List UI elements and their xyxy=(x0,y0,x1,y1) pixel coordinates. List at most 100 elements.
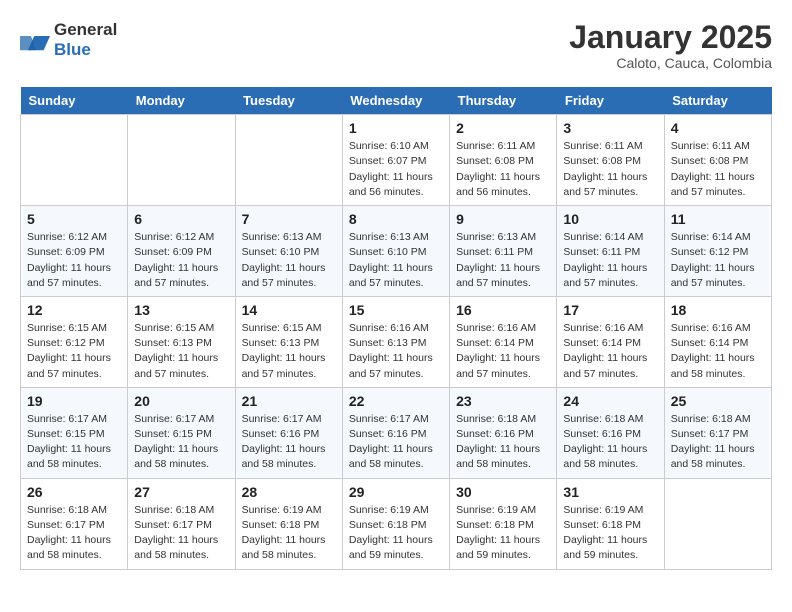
day-info: Sunrise: 6:13 AMSunset: 6:10 PMDaylight:… xyxy=(349,230,443,291)
date-number: 28 xyxy=(242,484,336,500)
date-number: 8 xyxy=(349,211,443,227)
header-tuesday: Tuesday xyxy=(235,87,342,115)
day-info: Sunrise: 6:15 AMSunset: 6:13 PMDaylight:… xyxy=(242,321,336,382)
day-info: Sunrise: 6:16 AMSunset: 6:14 PMDaylight:… xyxy=(563,321,657,382)
table-row: 6Sunrise: 6:12 AMSunset: 6:09 PMDaylight… xyxy=(128,206,235,297)
table-row: 22 Sunrise: 6:17 AMSunset: 6:16 PMDayligh… xyxy=(342,387,449,478)
date-number: 13 xyxy=(134,302,228,318)
logo: General Blue xyxy=(20,20,117,60)
date-number: 2 xyxy=(456,120,550,136)
day-info: Sunrise: 6:18 AMSunset: 6:17 PMDaylight:… xyxy=(671,412,765,473)
date-number: 26 xyxy=(27,484,121,500)
day-info: Sunrise: 6:12 AMSunset: 6:09 PMDaylight:… xyxy=(27,230,121,291)
table-row: 31 Sunrise: 6:19 AMSunset: 6:18 PMDayligh… xyxy=(557,478,664,569)
table-row: 19 Sunrise: 6:17 AMSunset: 6:15 PMDayligh… xyxy=(21,387,128,478)
day-info: Sunrise: 6:13 AMSunset: 6:11 PMDaylight:… xyxy=(456,230,550,291)
table-row xyxy=(664,478,771,569)
header-thursday: Thursday xyxy=(450,87,557,115)
date-number: 20 xyxy=(134,393,228,409)
day-info: Sunrise: 6:18 AMSunset: 6:17 PMDaylight:… xyxy=(134,503,228,564)
table-row: 16 Sunrise: 6:16 AMSunset: 6:14 PMDayligh… xyxy=(450,296,557,387)
day-info: Sunrise: 6:18 AMSunset: 6:16 PMDaylight:… xyxy=(456,412,550,473)
header-wednesday: Wednesday xyxy=(342,87,449,115)
date-number: 16 xyxy=(456,302,550,318)
date-number: 17 xyxy=(563,302,657,318)
day-info: Sunrise: 6:10 AMSunset: 6:07 PMDaylight:… xyxy=(349,139,443,200)
table-row: 4Sunrise: 6:11 AMSunset: 6:08 PMDaylight… xyxy=(664,115,771,206)
logo-icon xyxy=(20,28,50,52)
table-row: 2 Sunrise: 6:11 AMSunset: 6:08 PMDaylight… xyxy=(450,115,557,206)
table-row: 30 Sunrise: 6:19 AMSunset: 6:18 PMDayligh… xyxy=(450,478,557,569)
date-number: 27 xyxy=(134,484,228,500)
logo-blue: Blue xyxy=(54,40,91,59)
day-info: Sunrise: 6:11 AMSunset: 6:08 PMDaylight:… xyxy=(563,139,657,200)
date-number: 14 xyxy=(242,302,336,318)
date-number: 9 xyxy=(456,211,550,227)
day-info: Sunrise: 6:16 AMSunset: 6:14 PMDaylight:… xyxy=(456,321,550,382)
table-row: 29Sunrise: 6:19 AMSunset: 6:18 PMDayligh… xyxy=(342,478,449,569)
day-info: Sunrise: 6:14 AMSunset: 6:12 PMDaylight:… xyxy=(671,230,765,291)
table-row xyxy=(21,115,128,206)
header-friday: Friday xyxy=(557,87,664,115)
table-row xyxy=(235,115,342,206)
calendar-subtitle: Caloto, Cauca, Colombia xyxy=(569,55,772,71)
day-info: Sunrise: 6:19 AMSunset: 6:18 PMDaylight:… xyxy=(563,503,657,564)
table-row: 10 Sunrise: 6:14 AMSunset: 6:11 PMDayligh… xyxy=(557,206,664,297)
table-row: 28 Sunrise: 6:19 AMSunset: 6:18 PMDayligh… xyxy=(235,478,342,569)
table-row: 5 Sunrise: 6:12 AMSunset: 6:09 PMDaylight… xyxy=(21,206,128,297)
date-number: 21 xyxy=(242,393,336,409)
day-info: Sunrise: 6:16 AMSunset: 6:14 PMDaylight:… xyxy=(671,321,765,382)
table-row: 3 Sunrise: 6:11 AMSunset: 6:08 PMDaylight… xyxy=(557,115,664,206)
day-info: Sunrise: 6:15 AMSunset: 6:12 PMDaylight:… xyxy=(27,321,121,382)
table-row: 9 Sunrise: 6:13 AMSunset: 6:11 PMDaylight… xyxy=(450,206,557,297)
date-number: 12 xyxy=(27,302,121,318)
date-number: 3 xyxy=(563,120,657,136)
title-area: January 2025 Caloto, Cauca, Colombia xyxy=(569,20,772,71)
date-number: 5 xyxy=(27,211,121,227)
table-row: 21 Sunrise: 6:17 AMSunset: 6:16 PMDayligh… xyxy=(235,387,342,478)
day-info: Sunrise: 6:17 AMSunset: 6:16 PMDaylight:… xyxy=(242,412,336,473)
day-info: Sunrise: 6:14 AMSunset: 6:11 PMDaylight:… xyxy=(563,230,657,291)
table-row: 25 Sunrise: 6:18 AMSunset: 6:17 PMDayligh… xyxy=(664,387,771,478)
date-number: 25 xyxy=(671,393,765,409)
table-row: 12 Sunrise: 6:15 AMSunset: 6:12 PMDayligh… xyxy=(21,296,128,387)
logo-general: General xyxy=(54,20,117,39)
table-row: 18 Sunrise: 6:16 AMSunset: 6:14 PMDayligh… xyxy=(664,296,771,387)
header-monday: Monday xyxy=(128,87,235,115)
day-info: Sunrise: 6:17 AMSunset: 6:16 PMDaylight:… xyxy=(349,412,443,473)
table-row: 8 Sunrise: 6:13 AMSunset: 6:10 PMDaylight… xyxy=(342,206,449,297)
day-info: Sunrise: 6:11 AMSunset: 6:08 PMDaylight:… xyxy=(671,139,765,200)
table-row: 24 Sunrise: 6:18 AMSunset: 6:16 PMDayligh… xyxy=(557,387,664,478)
date-number: 23 xyxy=(456,393,550,409)
table-row: 27 Sunrise: 6:18 AMSunset: 6:17 PMDayligh… xyxy=(128,478,235,569)
day-info: Sunrise: 6:15 AMSunset: 6:13 PMDaylight:… xyxy=(134,321,228,382)
table-row: 17 Sunrise: 6:16 AMSunset: 6:14 PMDayligh… xyxy=(557,296,664,387)
day-info: Sunrise: 6:18 AMSunset: 6:17 PMDaylight:… xyxy=(27,503,121,564)
day-info: Sunrise: 6:19 AMSunset: 6:18 PMDaylight:… xyxy=(242,503,336,564)
date-number: 31 xyxy=(563,484,657,500)
table-row: 20 Sunrise: 6:17 AMSunset: 6:15 PMDayligh… xyxy=(128,387,235,478)
date-number: 29 xyxy=(349,484,443,500)
date-number: 22 xyxy=(349,393,443,409)
table-row: 14 Sunrise: 6:15 AMSunset: 6:13 PMDayligh… xyxy=(235,296,342,387)
date-number: 11 xyxy=(671,211,765,227)
table-row: 11 Sunrise: 6:14 AMSunset: 6:12 PMDayligh… xyxy=(664,206,771,297)
page-header: General Blue January 2025 Caloto, Cauca,… xyxy=(20,20,772,71)
day-info: Sunrise: 6:13 AMSunset: 6:10 PMDaylight:… xyxy=(242,230,336,291)
day-info: Sunrise: 6:16 AMSunset: 6:13 PMDaylight:… xyxy=(349,321,443,382)
date-number: 18 xyxy=(671,302,765,318)
day-info: Sunrise: 6:17 AMSunset: 6:15 PMDaylight:… xyxy=(27,412,121,473)
table-row: 13 Sunrise: 6:15 AMSunset: 6:13 PMDayligh… xyxy=(128,296,235,387)
date-number: 10 xyxy=(563,211,657,227)
day-info: Sunrise: 6:19 AMSunset: 6:18 PMDaylight:… xyxy=(456,503,550,564)
date-number: 30 xyxy=(456,484,550,500)
day-info: Sunrise: 6:17 AMSunset: 6:15 PMDaylight:… xyxy=(134,412,228,473)
date-number: 19 xyxy=(27,393,121,409)
calendar-title: January 2025 xyxy=(569,20,772,55)
table-row: 7Sunrise: 6:13 AMSunset: 6:10 PMDaylight… xyxy=(235,206,342,297)
day-info: Sunrise: 6:18 AMSunset: 6:16 PMDaylight:… xyxy=(563,412,657,473)
calendar-table: Sunday Monday Tuesday Wednesday Thursday… xyxy=(20,87,772,569)
table-row: 1Sunrise: 6:10 AMSunset: 6:07 PMDaylight… xyxy=(342,115,449,206)
day-info: Sunrise: 6:11 AMSunset: 6:08 PMDaylight:… xyxy=(456,139,550,200)
date-number: 24 xyxy=(563,393,657,409)
